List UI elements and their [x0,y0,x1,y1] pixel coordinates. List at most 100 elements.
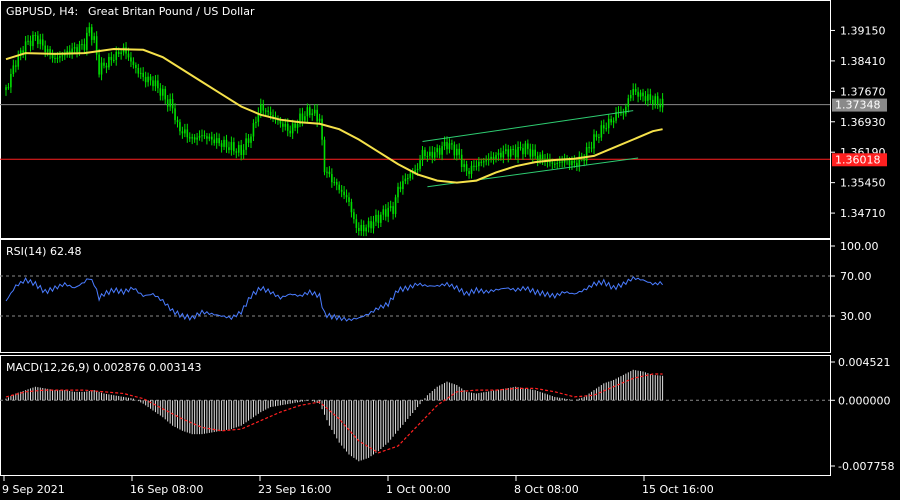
candle-body [125,47,127,54]
candle-body [438,148,441,155]
candle-body [495,155,497,159]
candle-body [34,34,37,36]
candle-body [333,181,336,183]
candle-body [237,145,240,153]
candle-body [554,163,556,165]
macd-axis: 0.004521 0.000000 -0.007758 [830,356,894,473]
candle-body [191,137,193,139]
candle-body [174,108,176,121]
candle-body [250,136,252,143]
candle-body [603,125,605,129]
candle-body [424,149,426,157]
candle-body [311,113,314,116]
candle-body [321,118,323,140]
candle-body [335,181,338,185]
candle-body [468,171,470,174]
candle-body [171,99,174,109]
candle-body [56,57,59,59]
trading-chart[interactable]: GBPUSD, H4: Great Britan Pound / US Doll… [0,0,900,500]
candle-body [225,139,228,148]
candle-body [463,164,465,167]
candle-body [130,57,132,62]
time-tick-label: 23 Sep 16:00 [258,483,331,496]
price-panel[interactable]: GBPUSD, H4: Great Britan Pound / US Doll… [0,0,887,239]
candle-body [252,123,255,137]
price-tick-label: 1.35450 [840,177,886,190]
candle-body [46,49,49,52]
candle-body [264,110,267,112]
candle-body [10,74,12,88]
candle-body [397,186,399,198]
candle-body [32,34,34,47]
candle-body [659,103,661,108]
rsi-tick-label: 100.00 [840,240,879,253]
candle-body [502,151,505,158]
candle-body [402,181,404,190]
candle-body [147,76,149,83]
candle-body [117,51,120,55]
candle-body [235,151,238,153]
candle-body [61,55,64,57]
candle-body [203,135,206,137]
price-tick-label: 1.39150 [840,24,886,37]
candle-body [81,44,83,46]
candle-body [387,207,389,217]
candle-body [260,104,262,114]
candle-body [509,149,512,157]
candle-body [568,159,571,166]
candle-body [313,109,316,114]
candle-body [661,98,664,108]
candle-body [446,141,448,150]
time-tick-label: 8 Oct 08:00 [514,483,579,496]
candle-body [497,152,500,156]
candle-body [240,145,242,155]
price-tick-label: 1.34710 [840,207,886,220]
candle-body [5,87,7,91]
candle-body [338,184,340,190]
candle-body [362,224,365,232]
candle-body [647,94,649,101]
candle-body [286,123,289,131]
candle-body [644,96,647,101]
candle-body [294,123,296,128]
candle-body [456,148,458,156]
candle-body [367,221,370,228]
candle-body [29,40,32,47]
candle-body [169,99,171,107]
candle-body [639,92,642,97]
price-tick-label: 1.37670 [840,85,886,98]
candle-body [436,148,438,153]
candle-body [76,47,78,53]
candle-body [598,137,600,139]
candle-body [485,160,487,162]
candle-body [622,113,625,115]
candle-body [541,154,544,160]
candle-body [573,160,576,163]
candle-body [284,123,287,127]
candle-body [448,143,451,150]
candle-body [480,161,483,163]
candle-body [54,58,56,60]
rsi-panel-frame [0,239,831,353]
rsi-panel[interactable]: RSI(14) 62.48 100.00 70.00 30.00 [0,239,879,353]
candle-body [139,72,142,74]
candle-body [196,137,198,140]
candle-body [340,189,343,192]
macd-series [0,369,830,462]
candle-body [78,44,81,53]
candle-body [505,149,507,152]
candle-body [176,120,179,123]
candle-body [44,45,46,52]
candle-body [512,149,514,151]
candle-body [120,52,122,55]
candle-body [328,171,331,175]
candle-body [208,136,211,139]
candle-body [585,147,588,161]
macd-panel[interactable]: MACD(12,26,9) 0.002876 0.003143 0.004521… [0,355,894,476]
candle-body [588,147,590,149]
candle-body [218,138,220,144]
rsi-line [5,275,663,322]
candle-body [93,36,95,40]
candle-body [316,109,318,122]
candle-body [654,96,657,105]
